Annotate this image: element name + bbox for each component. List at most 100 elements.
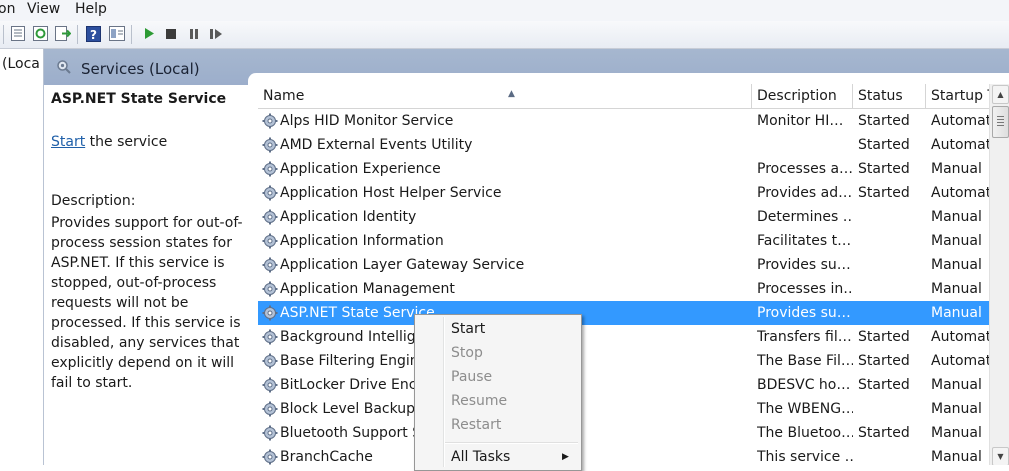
service-status: Started [858,185,910,201]
service-row[interactable]: BranchCache This service … Manual [258,445,989,465]
start-service-link[interactable]: Start [51,134,85,150]
column-header-status[interactable]: Status [853,84,926,108]
console-tree: (Loca [0,49,44,465]
service-description: The WBENG… [757,401,853,417]
service-status: Started [858,161,910,177]
service-row[interactable]: Application Host Helper Service Provides … [258,181,989,205]
services-list: Name▲ Description Status Startup T Alps … [248,73,1009,465]
tree-item-services-local[interactable]: (Loca [2,56,40,72]
toolbar: ? [0,21,1009,49]
start-service-icon[interactable] [140,25,157,42]
export-list-icon[interactable] [54,25,71,42]
service-row[interactable]: Base Filtering Engine The Base Fil… Starte… [258,349,989,373]
service-startup-type: Manual [931,161,982,177]
refresh-icon[interactable] [32,25,49,42]
service-status [858,277,928,301]
menu-item-stop: Stop [451,345,483,361]
service-status: Started [858,353,910,369]
service-status [858,445,928,465]
menu-help[interactable]: Help [75,1,107,17]
service-startup-type: Manual [931,449,982,465]
service-name: Application Host Helper Service [280,185,502,201]
service-gear-icon [262,281,278,297]
service-status [858,301,928,325]
service-row[interactable]: Bluetooth Support S The Bluetoo… Started Ma… [258,421,989,445]
column-header-row: Name▲ Description Status Startup T [258,84,989,109]
service-description: Provides su… [757,305,851,321]
scroll-up-button[interactable]: ▲ [992,85,1009,104]
service-status: Started [858,329,910,345]
service-description: The Base Fil… [757,353,853,369]
service-gear-icon [262,305,278,321]
service-description: Provides ad… [757,185,853,201]
services-icon [56,59,72,79]
service-row[interactable]: BitLocker Drive Encry BDESVC ho… Started Ma… [258,373,989,397]
service-name: Alps HID Monitor Service [280,113,454,129]
service-status [858,397,928,421]
pause-service-icon[interactable] [185,25,202,42]
service-row[interactable]: Application Experience Processes a… Starte… [258,157,989,181]
scroll-down-button[interactable]: ▼ [992,447,1009,465]
column-header-name[interactable]: Name ▲ [258,84,752,108]
service-startup-type: Manual [931,233,982,249]
properties-icon[interactable] [9,25,26,42]
service-gear-icon [262,113,278,129]
service-row[interactable]: Application Layer Gateway Service Provide… [258,253,989,277]
menu-action[interactable]: on [0,1,15,17]
service-name: Application Experience [280,161,441,177]
service-row[interactable]: Application Management Processes in… Manua… [258,277,989,301]
column-header-startup-type[interactable]: Startup T [926,84,989,108]
service-startup-type: Automat [931,137,989,153]
service-startup-type: Automat [931,353,989,369]
description-text: Provides support for out-of-process sess… [51,215,243,391]
service-row[interactable]: Application Information Facilitates t… Man… [258,229,989,253]
menu-view[interactable]: View [27,1,60,17]
restart-service-icon[interactable] [207,25,224,42]
service-gear-icon [262,185,278,201]
service-gear-icon [262,449,278,465]
column-header-description[interactable]: Description [752,84,853,108]
service-row[interactable]: Alps HID Monitor Service Monitor HI… Start… [258,109,989,133]
service-description-pane: ASP.NET State Service Start the service … [44,85,248,465]
scroll-thumb[interactable] [992,106,1009,138]
context-menu-separator [445,442,578,444]
service-gear-icon [262,401,278,417]
service-row[interactable]: Background Intellige Transfers fil… Starte… [258,325,989,349]
selected-service-title: ASP.NET State Service [51,91,227,107]
service-description [757,133,853,157]
stop-service-icon[interactable] [162,25,179,42]
toolbar-separator [131,25,132,44]
service-row[interactable]: AMD External Events Utility Started Automa… [258,133,989,157]
service-description: Facilitates t… [757,233,852,249]
service-gear-icon [262,257,278,273]
menu-item-start[interactable]: Start [451,317,485,341]
service-status: Started [858,425,910,441]
service-startup-type: Manual [931,425,982,441]
menu-item-all-tasks[interactable]: All Tasks [451,445,510,469]
svg-text:?: ? [90,28,97,42]
service-gear-icon [262,161,278,177]
toolbar-separator [3,25,4,44]
service-status [858,253,928,277]
service-description: Monitor HI… [757,113,844,129]
service-name: AMD External Events Utility [280,137,473,153]
service-row[interactable]: Block Level Backup E The WBENG… Manual [258,397,989,421]
service-row[interactable]: Application Identity Determines … Manual [258,205,989,229]
service-description: The Bluetoo… [757,425,853,441]
service-description: Processes in… [757,281,853,297]
service-gear-icon [262,137,278,153]
service-status [858,205,928,229]
service-status [858,229,928,253]
service-gear-icon [262,329,278,345]
help-icon[interactable]: ? [85,25,102,42]
start-service-suffix: the service [85,134,168,150]
service-description: Transfers fil… [757,329,852,345]
service-startup-type: Manual [931,209,982,225]
menu-item-restart: Restart [451,417,502,433]
service-description: Processes a… [757,161,853,177]
service-status: Started [858,377,910,393]
vertical-scrollbar[interactable]: ▲ ▼ [989,84,1009,465]
service-startup-type: Automat [931,329,989,345]
service-row[interactable]: ASP.NET State Service Provides su… Manual [258,301,989,325]
show-hide-pane-icon[interactable] [108,25,125,42]
